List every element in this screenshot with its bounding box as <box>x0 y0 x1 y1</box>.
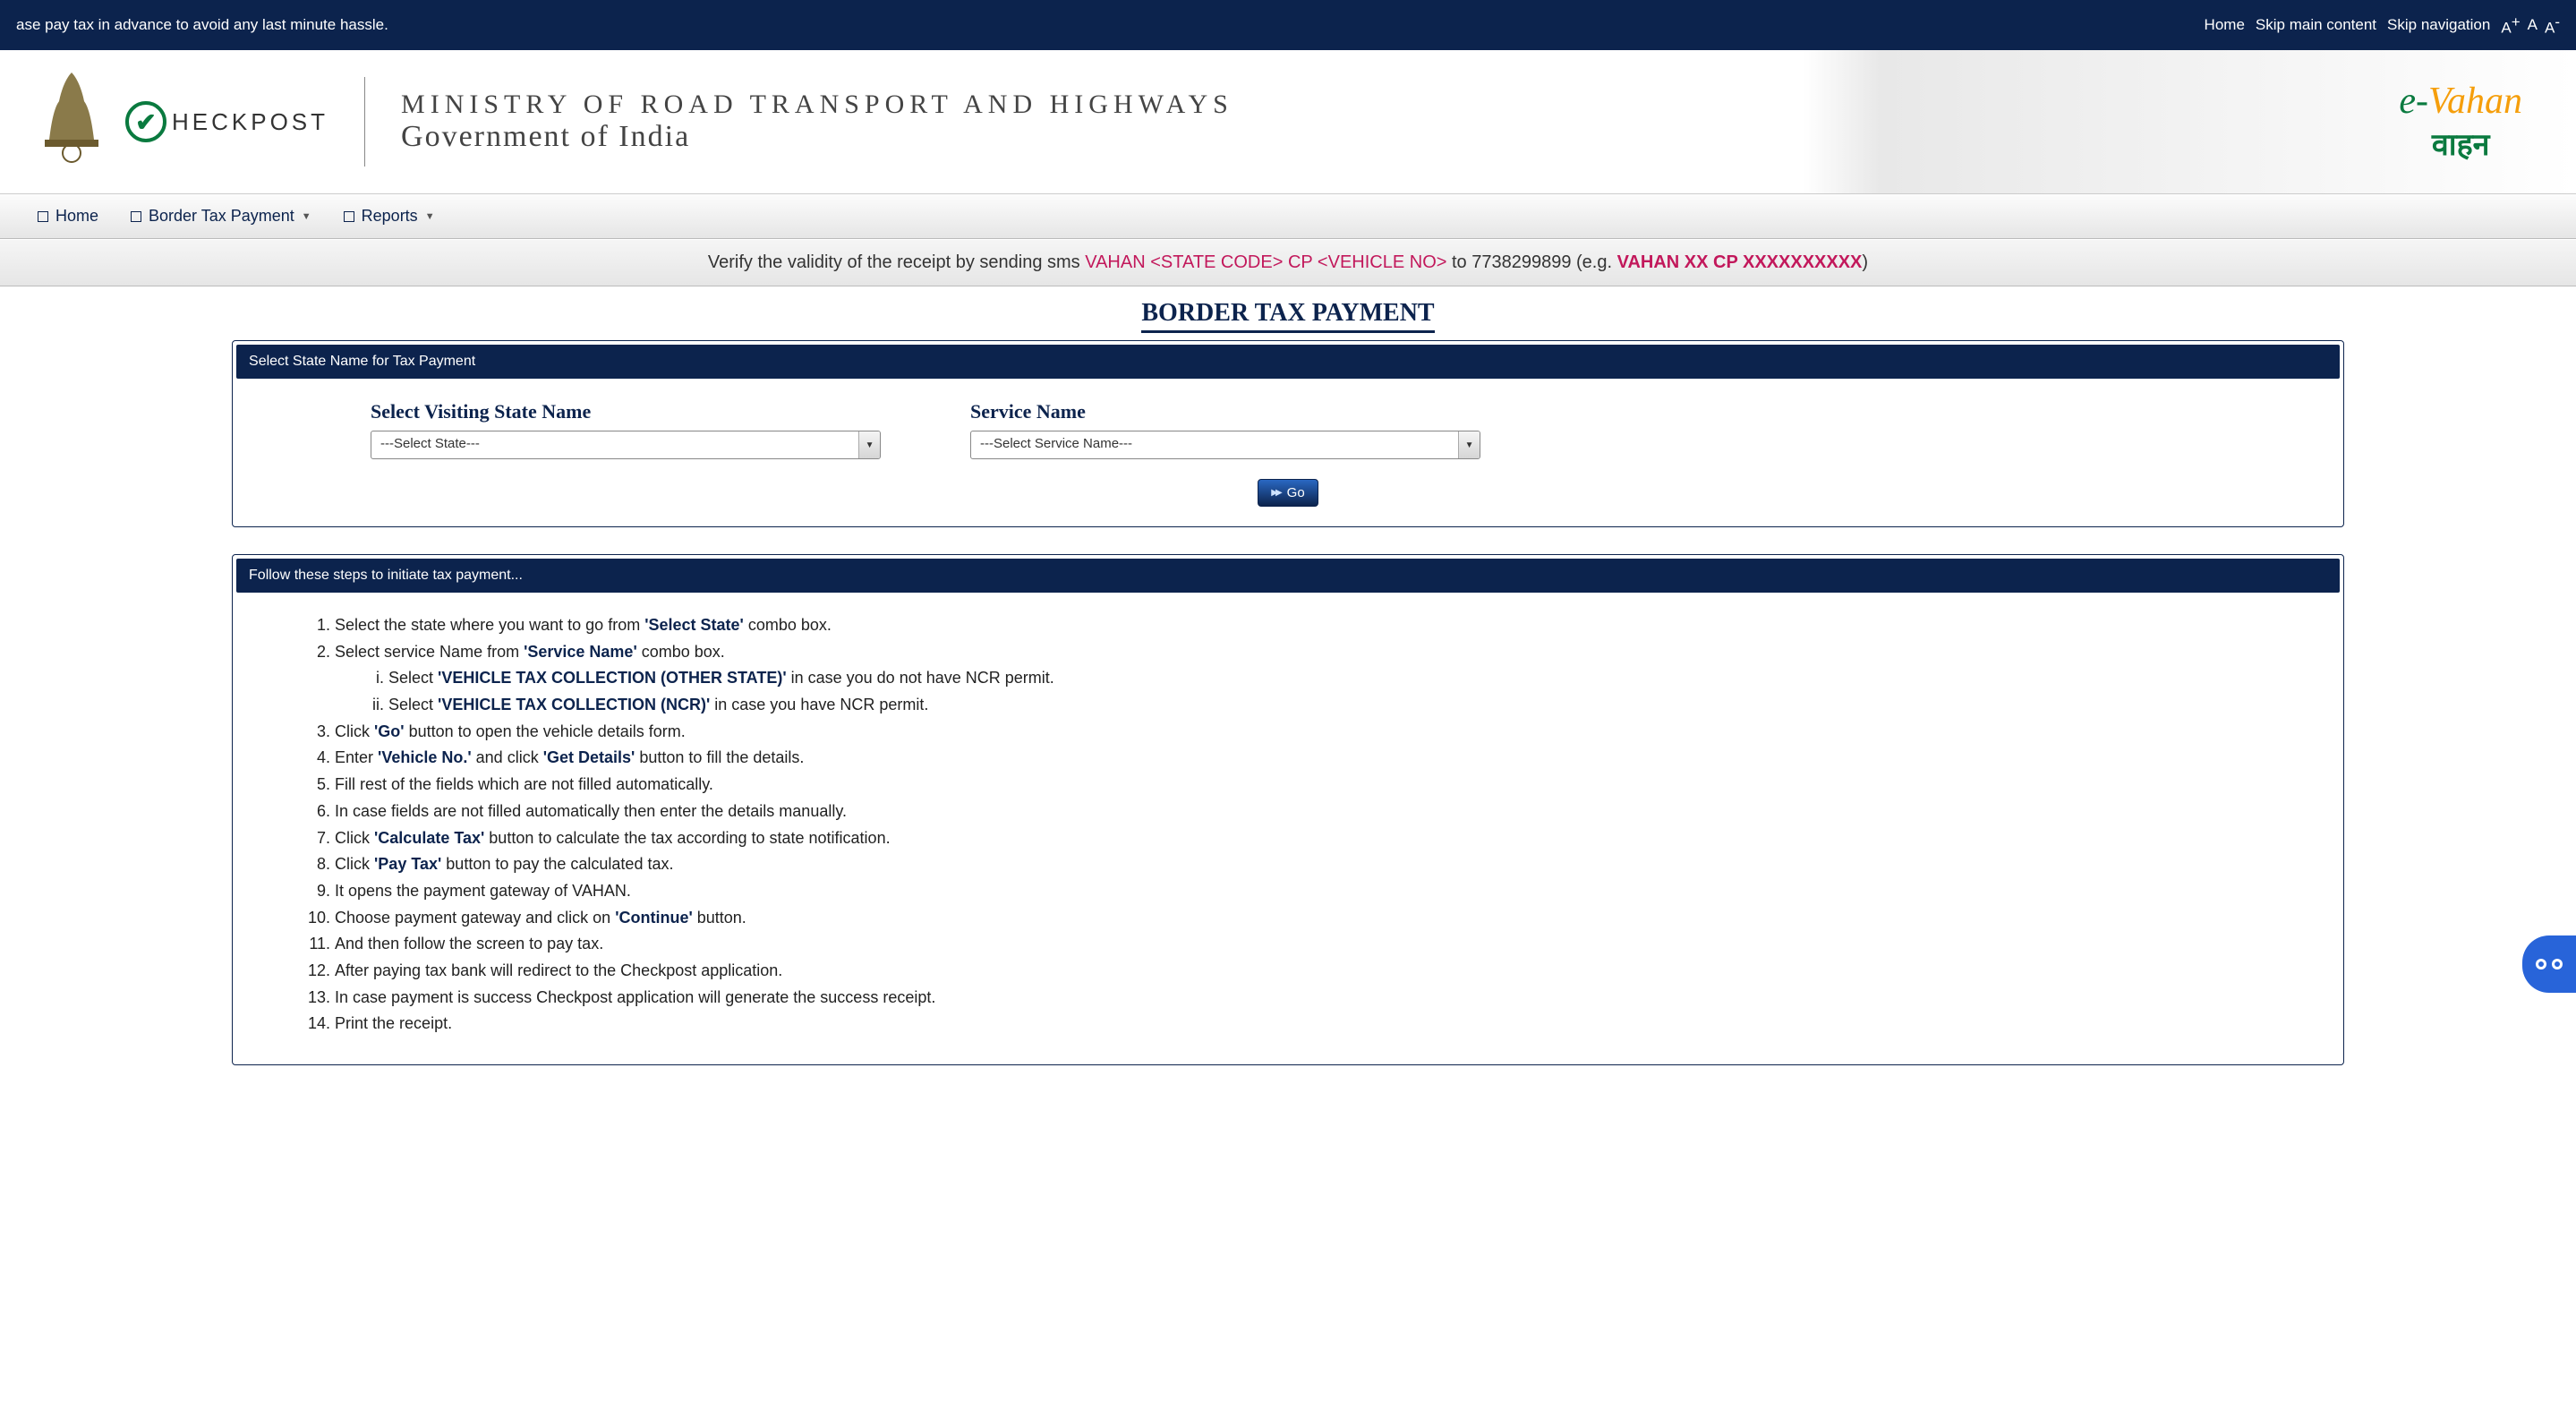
skip-navigation-link[interactable]: Skip navigation <box>2387 16 2490 34</box>
step-14: Print the receipt. <box>335 1011 2304 1038</box>
banner-divider <box>364 77 365 167</box>
help-fab-button[interactable] <box>2522 935 2576 993</box>
font-size-controls: A+ A A- <box>2501 13 2560 38</box>
caret-down-icon: ▼ <box>302 211 311 222</box>
state-selection-panel: Select State Name for Tax Payment Select… <box>232 340 2344 527</box>
step-9: It opens the payment gateway of VAHAN. <box>335 878 2304 905</box>
evahan-logo: e-Vahan वाहन <box>2399 80 2522 164</box>
font-normal-button[interactable]: A <box>2528 16 2538 34</box>
play-icon: ▶▶ <box>1271 488 1279 498</box>
nav-home[interactable]: Home <box>21 194 115 238</box>
square-icon <box>131 211 141 222</box>
checkpost-logo: ✔ HECKPOST <box>125 101 328 142</box>
india-emblem-icon <box>36 64 107 180</box>
checkpost-text: HECKPOST <box>172 108 328 136</box>
top-home-link[interactable]: Home <box>2205 16 2245 34</box>
step-2: Select service Name from 'Service Name' … <box>335 639 2304 719</box>
service-name-label: Service Name <box>970 400 1480 423</box>
nav-home-label: Home <box>55 207 98 226</box>
step-7: Click 'Calculate Tax' button to calculat… <box>335 825 2304 852</box>
steps-list: Select the state where you want to go fr… <box>299 612 2304 1038</box>
ministry-title: MINISTRY OF ROAD TRANSPORT AND HIGHWAYS … <box>401 90 1233 154</box>
page-title: BORDER TAX PAYMENT <box>0 299 2576 328</box>
header-banner: ✔ HECKPOST MINISTRY OF ROAD TRANSPORT AN… <box>0 50 2576 193</box>
visiting-state-label: Select Visiting State Name <box>371 400 881 423</box>
steps-panel: Follow these steps to initiate tax payme… <box>232 554 2344 1065</box>
step-13: In case payment is success Checkpost app… <box>335 985 2304 1012</box>
square-icon <box>344 211 354 222</box>
step-11: And then follow the screen to pay tax. <box>335 931 2304 958</box>
service-name-value: ---Select Service Name--- <box>971 431 1458 458</box>
skip-main-content-link[interactable]: Skip main content <box>2256 16 2376 34</box>
chevron-down-icon: ▼ <box>858 431 880 458</box>
step-8: Click 'Pay Tax' button to pay the calcul… <box>335 851 2304 878</box>
step-12: After paying tax bank will redirect to t… <box>335 958 2304 985</box>
ministry-line2: Government of India <box>401 120 1233 154</box>
step-2ii: Select 'VEHICLE TAX COLLECTION (NCR)' in… <box>388 692 2304 719</box>
caret-down-icon: ▼ <box>425 211 435 222</box>
visiting-state-value: ---Select State--- <box>371 431 858 458</box>
step-1: Select the state where you want to go fr… <box>335 612 2304 639</box>
marquee-text: ase pay tax in advance to avoid any last… <box>16 16 2205 34</box>
ministry-line1: MINISTRY OF ROAD TRANSPORT AND HIGHWAYS <box>401 90 1233 120</box>
font-increase-button[interactable]: A+ <box>2501 13 2520 38</box>
go-button-label: Go <box>1287 485 1305 500</box>
eyes-icon <box>2536 959 2563 970</box>
top-bar: ase pay tax in advance to avoid any last… <box>0 0 2576 50</box>
chevron-down-icon: ▼ <box>1458 431 1480 458</box>
go-button[interactable]: ▶▶ Go <box>1258 479 1318 507</box>
step-5: Fill rest of the fields which are not fi… <box>335 772 2304 799</box>
visiting-state-select[interactable]: ---Select State--- ▼ <box>371 431 881 459</box>
step-4: Enter 'Vehicle No.' and click 'Get Detai… <box>335 745 2304 772</box>
checkpost-c-icon: ✔ <box>125 101 166 142</box>
square-icon <box>38 211 48 222</box>
step-10: Choose payment gateway and click on 'Con… <box>335 905 2304 932</box>
verify-sms-bar: Verify the validity of the receipt by se… <box>0 239 2576 286</box>
nav-reports-label: Reports <box>362 207 418 226</box>
nav-reports[interactable]: Reports ▼ <box>328 194 451 238</box>
main-nav: Home Border Tax Payment ▼ Reports ▼ <box>0 193 2576 239</box>
nav-border-tax-payment[interactable]: Border Tax Payment ▼ <box>115 194 328 238</box>
service-name-select[interactable]: ---Select Service Name--- ▼ <box>970 431 1480 459</box>
step-3: Click 'Go' button to open the vehicle de… <box>335 719 2304 746</box>
font-decrease-button[interactable]: A- <box>2545 13 2560 38</box>
steps-header: Follow these steps to initiate tax payme… <box>236 559 2340 593</box>
step-2i: Select 'VEHICLE TAX COLLECTION (OTHER ST… <box>388 665 2304 692</box>
nav-border-tax-label: Border Tax Payment <box>149 207 294 226</box>
state-selection-header: Select State Name for Tax Payment <box>236 345 2340 379</box>
step-6: In case fields are not filled automatica… <box>335 799 2304 825</box>
